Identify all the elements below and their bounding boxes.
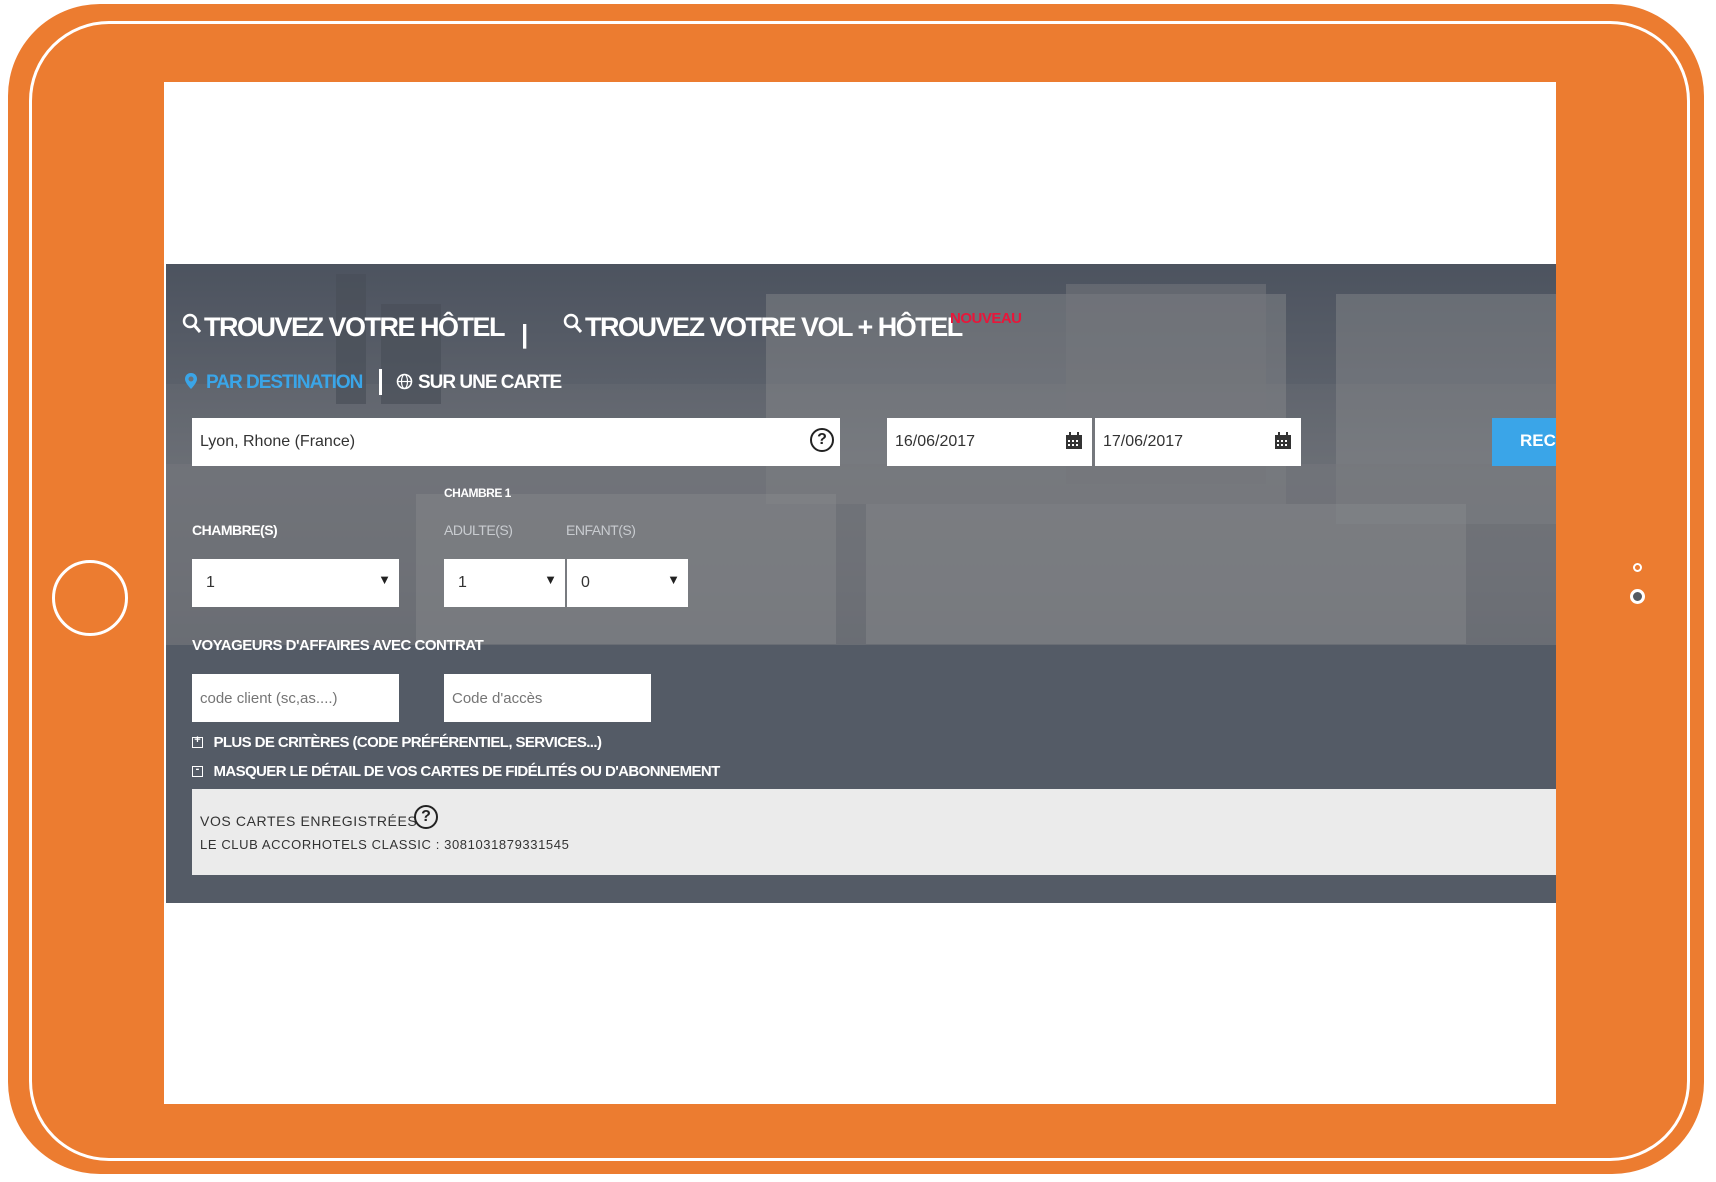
saved-cards-panel: VOS CARTES ENREGISTRÉES ? LE CLUB ACCORH… (192, 789, 1556, 875)
chevron-down-icon: ▼ (544, 572, 557, 587)
chevron-down-icon: ▼ (667, 572, 680, 587)
chevron-down-icon: ▼ (378, 572, 391, 587)
destination-input[interactable] (192, 418, 840, 466)
adults-select-value: 1 (458, 574, 467, 591)
subtab-on-map-label: SUR UNE CARTE (418, 372, 562, 393)
search-icon (182, 313, 202, 333)
adults-label: ADULTE(S) (444, 522, 513, 538)
tab-find-flight-hotel-label: TROUVEZ VOTRE VOL + HÔTEL (585, 312, 963, 342)
adults-select[interactable]: 1 ▼ (444, 559, 565, 607)
children-select[interactable]: 0 ▼ (567, 559, 688, 607)
front-camera (1630, 589, 1645, 604)
tab-separator: | (521, 319, 529, 349)
children-select-value: 0 (581, 574, 590, 591)
help-circle-icon[interactable]: ? (414, 805, 438, 829)
home-button[interactable] (52, 560, 128, 636)
collapse-icon: - (192, 763, 203, 778)
expand-icon: + (192, 734, 203, 749)
access-code-input[interactable] (444, 674, 651, 722)
rooms-select[interactable]: 1 ▼ (192, 559, 399, 607)
search-icon (563, 313, 583, 333)
front-sensor (1633, 563, 1642, 572)
new-badge: NOUVEAU (950, 310, 1022, 327)
checkin-date-input[interactable] (887, 418, 1092, 466)
business-travellers-label: VOYAGEURS D'AFFAIRES AVEC CONTRAT (192, 637, 484, 654)
client-code-input[interactable] (192, 674, 399, 722)
screen: TROUVEZ VOTRE HÔTEL | TROUVEZ VOTRE VOL … (164, 82, 1556, 1104)
subtab-by-destination-label: PAR DESTINATION (206, 372, 363, 393)
search-button-label: REC (1520, 431, 1556, 450)
room-group-label: CHAMBRE 1 (444, 486, 511, 500)
search-button[interactable]: REC (1492, 418, 1556, 466)
subtab-divider (379, 369, 382, 395)
destination-help-button[interactable]: ? (810, 428, 834, 452)
saved-cards-title: VOS CARTES ENREGISTRÉES (200, 813, 418, 829)
hide-loyalty-cards-label: MASQUER LE DÉTAIL DE VOS CARTES DE FIDÉL… (213, 763, 720, 780)
rooms-label: CHAMBRE(S) (192, 522, 278, 538)
children-label: ENFANT(S) (566, 522, 636, 538)
hide-loyalty-cards-toggle[interactable]: - MASQUER LE DÉTAIL DE VOS CARTES DE FID… (192, 763, 720, 781)
more-criteria-label: PLUS DE CRITÈRES (CODE PRÉFÉRENTIEL, SER… (213, 734, 602, 751)
checkout-date-input[interactable] (1095, 418, 1301, 466)
globe-icon (396, 373, 413, 390)
more-criteria-toggle[interactable]: + PLUS DE CRITÈRES (CODE PRÉFÉRENTIEL, S… (192, 734, 602, 752)
rooms-select-value: 1 (206, 574, 215, 591)
calendar-icon[interactable] (1065, 432, 1083, 450)
loyalty-card-line: LE CLUB ACCORHOTELS CLASSIC : 3081031879… (200, 837, 570, 852)
calendar-icon[interactable] (1274, 432, 1292, 450)
tab-find-hotel-label: TROUVEZ VOTRE HÔTEL (204, 312, 506, 342)
location-pin-icon (185, 373, 197, 389)
help-circle-icon: ? (810, 428, 834, 452)
